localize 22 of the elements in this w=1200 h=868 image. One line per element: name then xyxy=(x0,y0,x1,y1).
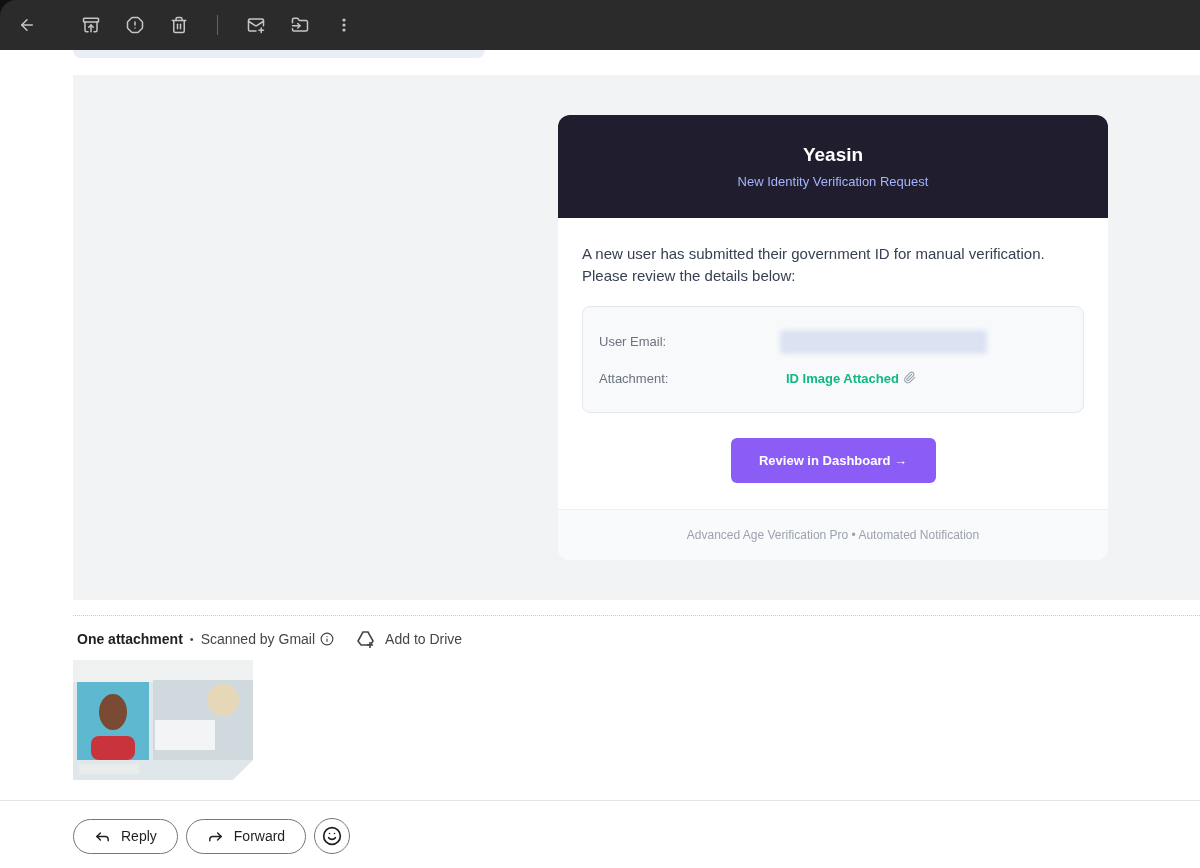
footer-text: Advanced Age Verification Pro • Automated Notification xyxy=(686,527,980,544)
scanned-label: Scanned by Gmail xyxy=(200,629,316,649)
attachment-count: One attachment xyxy=(77,629,183,649)
trash-icon xyxy=(170,16,188,34)
alert-icon xyxy=(126,16,144,34)
archive-icon xyxy=(82,16,100,34)
attachment-value: ID Image Attached xyxy=(786,370,899,389)
intro-text: A new user has submitted their government ID for manual verification. Please review the details below: xyxy=(582,244,1046,286)
drive-add-icon xyxy=(356,629,377,649)
detail-label: Attachment: xyxy=(599,370,670,389)
brand-title: Yeasin xyxy=(802,143,864,167)
more-icon xyxy=(342,18,346,32)
header-subtitle: New Identity Verification Request xyxy=(737,173,929,191)
folder-icon xyxy=(291,16,309,34)
detail-label: User Email: xyxy=(599,333,668,352)
add-to-drive-button[interactable]: Add to Drive xyxy=(356,628,463,650)
review-button[interactable]: Review in Dashboard → xyxy=(730,438,936,483)
mail-icon xyxy=(247,16,265,34)
paperclip-icon xyxy=(902,370,916,384)
smiley-icon xyxy=(322,826,343,846)
separator-dot: • xyxy=(189,631,194,647)
info-icon[interactable] xyxy=(320,632,335,646)
